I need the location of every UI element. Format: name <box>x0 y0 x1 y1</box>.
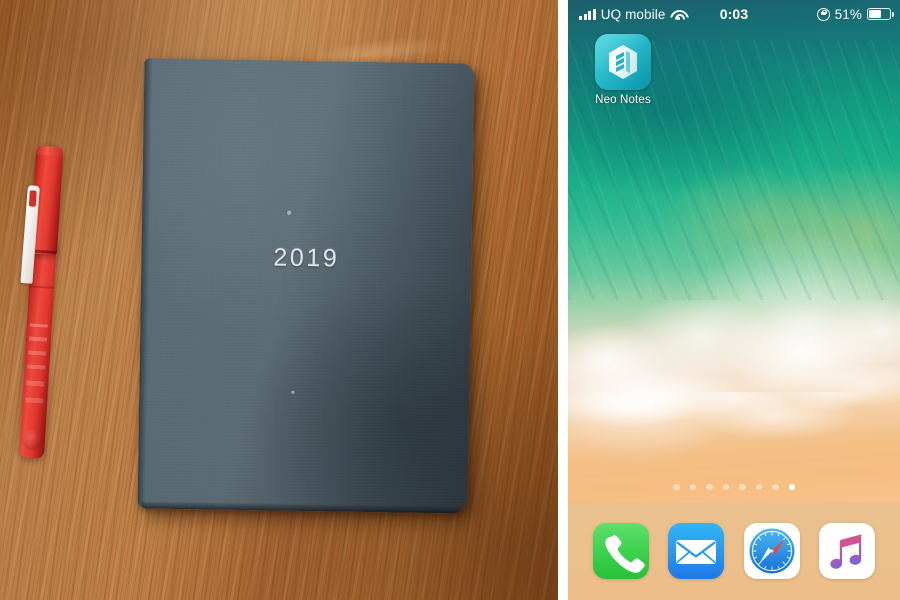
carrier-label: UQ mobile <box>600 6 666 22</box>
page-dot[interactable] <box>739 483 746 491</box>
battery-percent-label: 51% <box>834 6 862 22</box>
page-dot[interactable] <box>689 483 696 491</box>
music-icon[interactable] <box>818 523 875 579</box>
mail-icon[interactable] <box>668 523 725 579</box>
page-dot[interactable] <box>755 483 762 491</box>
phone-handset-glyph <box>605 535 645 573</box>
envelope-glyph <box>676 540 717 564</box>
pen-cap-top <box>35 145 64 157</box>
signal-bars-icon <box>579 8 596 20</box>
notebook-speck <box>291 390 295 394</box>
phone-icon[interactable] <box>593 523 650 579</box>
status-bar-clock: 0:03 <box>719 6 749 22</box>
status-bar-right: 51% <box>767 7 900 22</box>
neo-notes-icon[interactable] <box>595 34 651 90</box>
iphone-screenshot-panel: UQ mobile 0:03 51% Neo Notes <box>568 0 900 600</box>
battery-icon <box>867 8 894 20</box>
status-bar-left: UQ mobile <box>568 7 701 22</box>
music-note-glyph <box>830 534 862 569</box>
pen-clip-notch <box>28 190 37 207</box>
app-label-neo-notes: Neo Notes <box>595 94 651 106</box>
page-dot[interactable] <box>722 483 729 491</box>
neo-notes-glyph <box>609 45 637 79</box>
notebook-year-text: 2019 <box>273 243 340 273</box>
panel-divider <box>558 0 568 600</box>
app-neo-notes[interactable]: Neo Notes <box>584 34 662 106</box>
notebook-speck <box>287 210 292 215</box>
wifi-icon <box>670 9 685 21</box>
composite-image: 2019 UQ mobile 0:03 51% Neo Notes <box>0 0 900 600</box>
notebook-cover: 2019 <box>137 58 475 514</box>
status-bar: UQ mobile 0:03 51% <box>568 0 900 28</box>
notebook-sheen <box>137 58 475 514</box>
wallpaper-foam-edge <box>568 392 900 444</box>
safari-icon[interactable] <box>743 523 800 579</box>
rotation-lock-icon <box>816 7 830 21</box>
page-dot-active[interactable] <box>788 483 795 491</box>
page-dot[interactable] <box>706 483 713 491</box>
dock <box>568 502 900 600</box>
safari-compass-glyph <box>749 528 795 574</box>
page-dot[interactable] <box>772 483 779 491</box>
notebook-photo-panel: 2019 <box>0 0 558 600</box>
page-indicator-dots[interactable] <box>568 478 900 496</box>
page-dot[interactable] <box>673 483 680 491</box>
